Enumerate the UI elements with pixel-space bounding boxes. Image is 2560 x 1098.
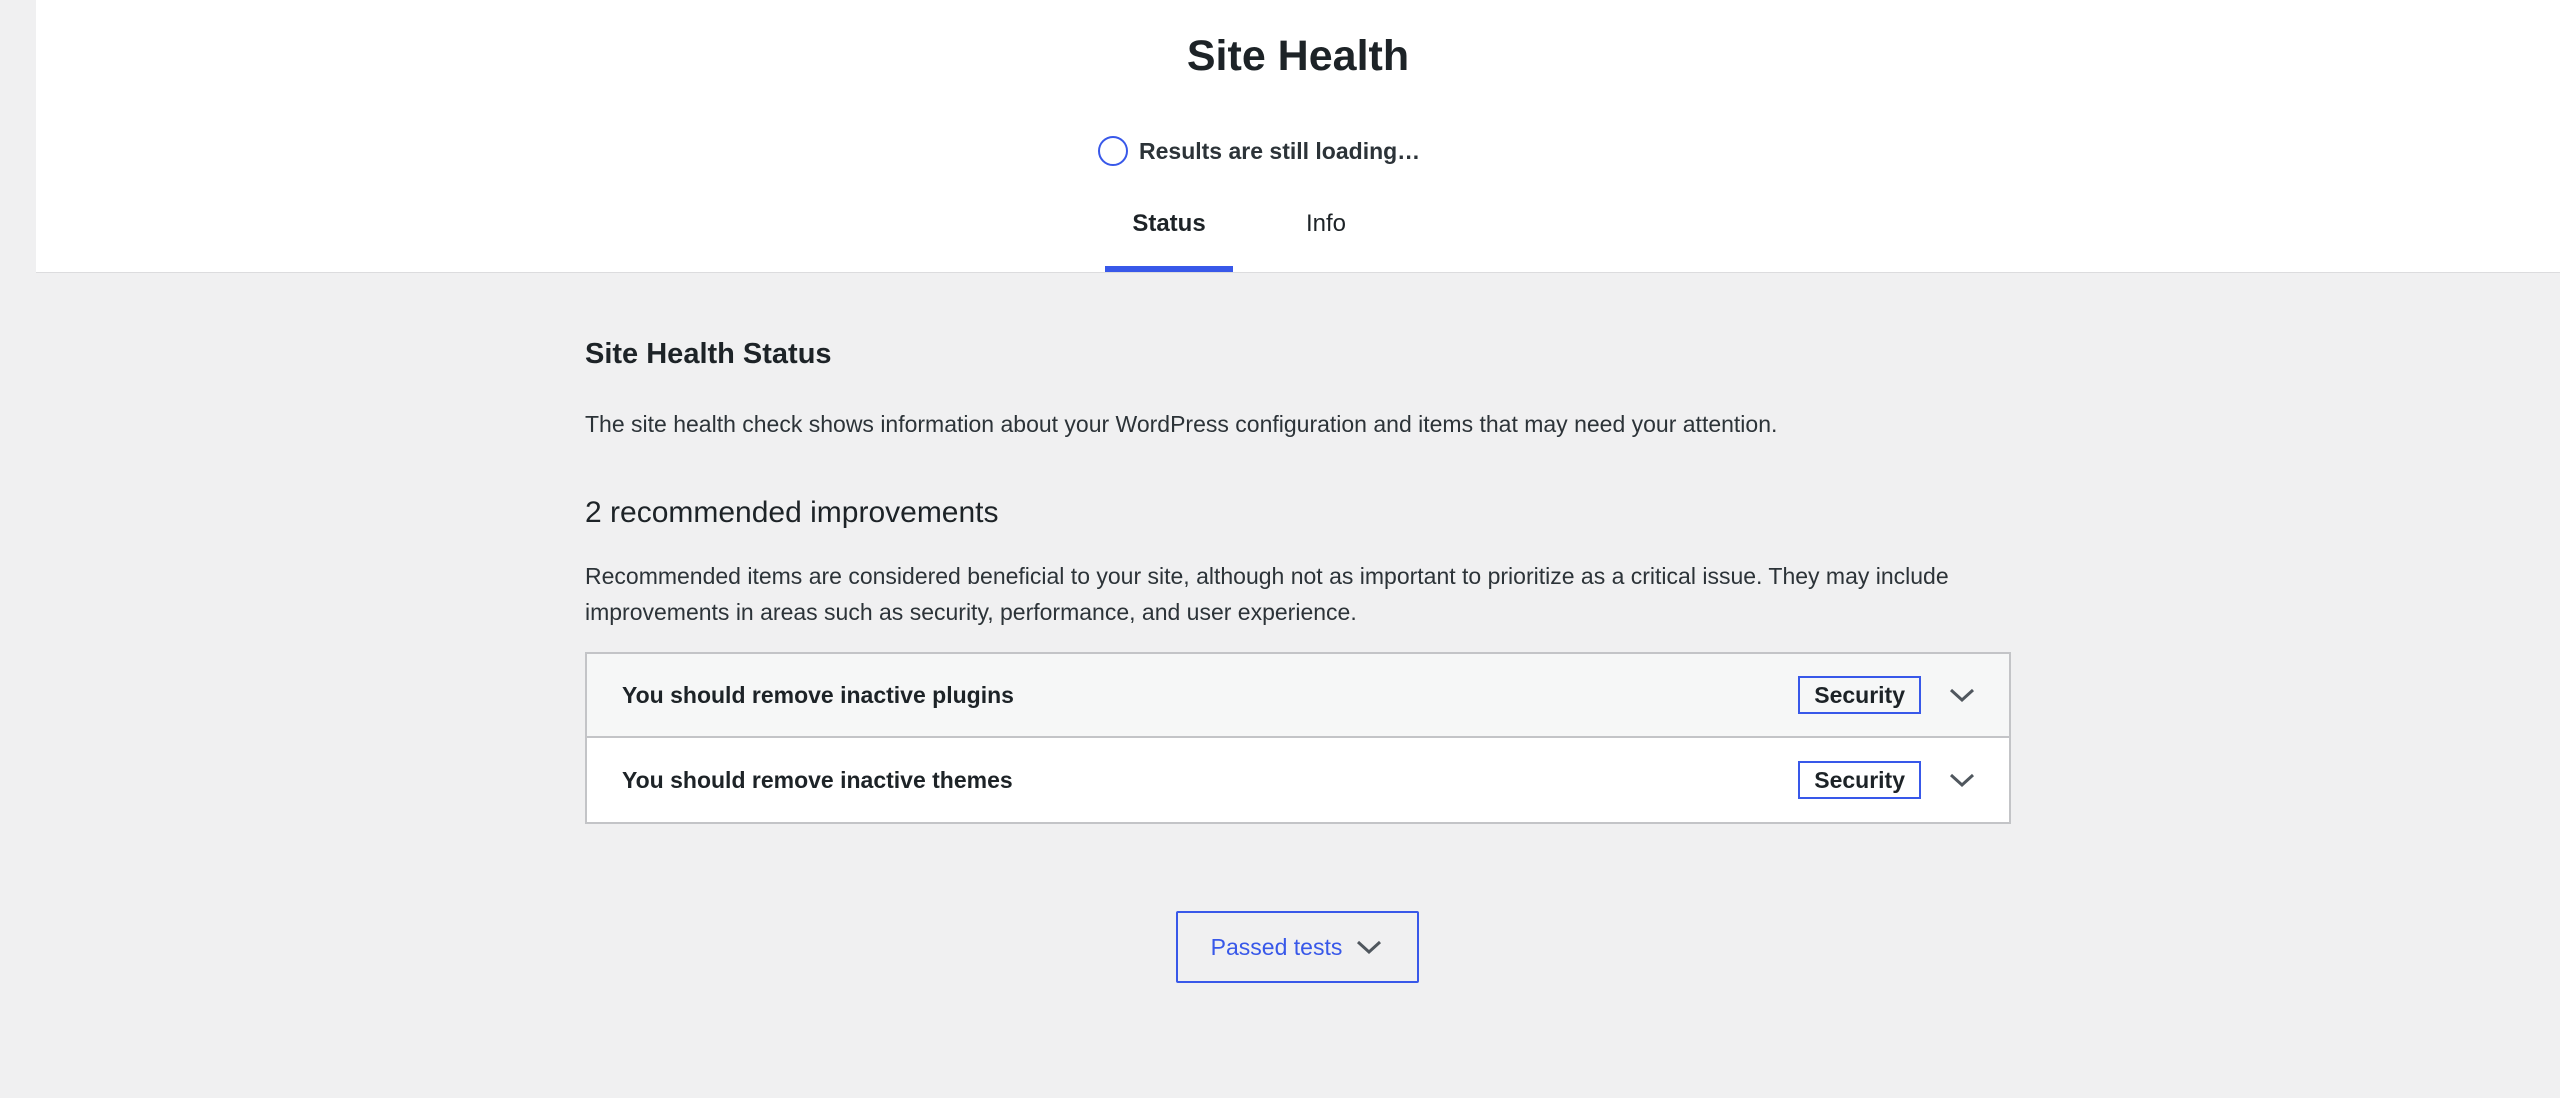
accordion-item-label: You should remove inactive plugins [622,681,1014,708]
loading-status: Results are still loading… [1098,134,1420,168]
improvements-description: Recommended items are considered benefic… [585,563,1949,625]
security-badge: Security [1798,761,1921,799]
passed-tests-button[interactable]: Passed tests [1176,911,1419,983]
chevron-down-icon[interactable] [1947,765,1977,795]
chevron-down-icon[interactable] [1947,680,1977,710]
site-health-tabs: Status Info [1105,194,1346,272]
status-description: The site health check shows information … [585,411,1778,437]
loading-ring-icon [1098,136,1128,166]
status-title: Site Health Status [585,338,832,370]
security-badge: Security [1798,676,1921,714]
accordion-item-inactive-themes[interactable]: You should remove inactive themes Securi… [587,738,2009,822]
improvements-title: 2 recommended improvements [585,496,999,529]
loading-text: Results are still loading… [1139,137,1421,164]
tab-status[interactable]: Status [1105,194,1233,272]
improvements-accordion: You should remove inactive plugins Secur… [585,652,2011,824]
left-gutter [0,0,36,273]
accordion-item-label: You should remove inactive themes [622,766,1013,793]
site-health-content: Site Health Status The site health check… [585,330,2011,824]
tab-info[interactable]: Info [1306,194,1346,272]
chevron-down-icon [1354,932,1384,962]
page-title: Site Health [1186,32,1410,80]
accordion-item-inactive-plugins[interactable]: You should remove inactive plugins Secur… [587,654,2009,738]
passed-tests-label: Passed tests [1210,933,1343,960]
